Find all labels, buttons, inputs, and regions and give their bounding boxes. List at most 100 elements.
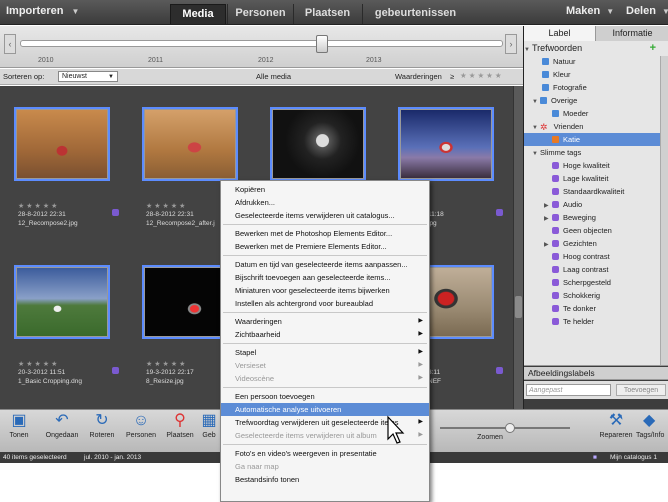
tree-item[interactable]: Lage kwaliteit: [524, 172, 660, 185]
tree-item[interactable]: Schokkerig: [524, 289, 660, 302]
tree-item[interactable]: Kleur: [524, 68, 660, 81]
toevoegen-button[interactable]: Toevoegen: [616, 384, 666, 396]
rating-stars[interactable]: ★★★★★: [18, 202, 59, 210]
catalog-icon: ■: [593, 454, 597, 461]
timeline-right-arrow[interactable]: ›: [505, 34, 517, 54]
submenu-arrow-icon: ▶: [418, 362, 423, 368]
afbeeldingslabels-header[interactable]: Afbeeldingslabels: [524, 367, 668, 380]
rating-operator[interactable]: ≥: [450, 72, 454, 81]
tree-item[interactable]: Hoge kwaliteit: [524, 159, 660, 172]
tab-personen[interactable]: Personen: [227, 4, 293, 24]
photo-thumbnail[interactable]: [142, 107, 238, 181]
tree-item[interactable]: Laag contrast: [524, 263, 660, 276]
smart-tag-icon: [552, 227, 559, 234]
timeline-track[interactable]: [20, 40, 503, 47]
menu-item-miniaturen[interactable]: Miniaturen voor geselecteerde items bijw…: [221, 284, 429, 297]
tab-plaatsen[interactable]: Plaatsen: [293, 4, 361, 24]
menu-item-stapel[interactable]: Stapel ▶: [221, 346, 429, 359]
photo-filename: 12_Recompose2_after.j: [146, 220, 215, 227]
timeline-left-arrow[interactable]: ‹: [4, 34, 16, 54]
photo-thumbnail[interactable]: [398, 107, 494, 181]
tree-item[interactable]: Geen objecten: [524, 224, 660, 237]
sort-label: Sorteren op:: [3, 72, 45, 81]
timeline[interactable]: ‹ › 2010 2011 2012 2013: [0, 26, 523, 68]
tree-item[interactable]: ▶ Beweging: [524, 211, 660, 224]
scrollbar-thumb[interactable]: [515, 296, 522, 318]
tree-item[interactable]: ▼ Slimme tags: [524, 146, 660, 159]
tonen-button[interactable]: ▣ Tonen: [4, 412, 34, 439]
all-media-label: Alle media: [256, 72, 292, 81]
tree-scrollbar[interactable]: [660, 56, 668, 365]
tree-item[interactable]: ▼ Overige: [524, 94, 660, 107]
sort-select[interactable]: Nieuwst ▼: [58, 71, 118, 82]
repareren-button[interactable]: ⚒ Repareren: [596, 412, 636, 439]
tag-icon: [112, 209, 119, 216]
filter-bar: Sorteren op: Nieuwst ▼ Alle media Waarder…: [0, 69, 523, 85]
tab-label[interactable]: Label: [524, 26, 596, 41]
photo-thumbnail[interactable]: [14, 107, 110, 181]
rating-stars[interactable]: ★★★★★: [146, 360, 187, 368]
tree-item[interactable]: Te donker: [524, 302, 660, 315]
menu-item-zichtbaarheid[interactable]: Zichtbaarheid ▶: [221, 328, 429, 341]
tree-item[interactable]: Hoog contrast: [524, 250, 660, 263]
menu-item-afdrukken[interactable]: Afdrukken...: [221, 196, 429, 209]
tree-item[interactable]: Te helder: [524, 315, 660, 328]
right-panel: Label Informatie ▼ Trefwoorden + Natuur Kl…: [523, 26, 668, 416]
menu-item-videoscene[interactable]: Videoscène ▶: [221, 372, 429, 385]
tree-item-selected[interactable]: Katie: [524, 133, 660, 146]
menu-item-kopieren[interactable]: Kopiëren: [221, 183, 429, 196]
tree-item[interactable]: Fotografie: [524, 81, 660, 94]
tree-item[interactable]: ▶ Gezichten: [524, 237, 660, 250]
tree-item[interactable]: Natuur: [524, 55, 660, 68]
gebeurtenissen-button[interactable]: ▦ Geb: [198, 412, 220, 439]
menu-item-waarderingen[interactable]: Waarderingen ▶: [221, 315, 429, 328]
rating-stars[interactable]: ★★★★★: [18, 360, 59, 368]
menu-item-datum-tijd[interactable]: Datum en tijd van geselecteerde items aa…: [221, 258, 429, 271]
panel-icon: ▣: [11, 412, 27, 429]
tree-item[interactable]: Standaardkwaliteit: [524, 185, 660, 198]
rating-stars-filter[interactable]: ★★★★★: [460, 71, 504, 80]
add-keyword-icon[interactable]: +: [650, 42, 656, 55]
personen-button[interactable]: ☺ Personen: [122, 412, 160, 439]
trefwoorden-header[interactable]: ▼ Trefwoorden +: [524, 42, 660, 55]
tree-item[interactable]: Scherpgesteld: [524, 276, 660, 289]
menu-item-photoshop-editor[interactable]: Bewerken met de Photoshop Elements Edito…: [221, 227, 429, 240]
ongedaan-button[interactable]: ↶ Ongedaan: [42, 412, 82, 439]
tab-gebeurtenissen[interactable]: gebeurtenissen: [362, 4, 468, 24]
plaatsen-button[interactable]: ⚲ Plaatsen: [163, 412, 197, 439]
tree-item[interactable]: ▶ Audio: [524, 198, 660, 211]
zoom-slider-knob[interactable]: [505, 423, 515, 433]
grid-scrollbar[interactable]: [513, 86, 523, 409]
menu-item-versieset[interactable]: Versieset ▶: [221, 359, 429, 372]
zoom-slider[interactable]: [440, 423, 570, 433]
rotate-icon: ↻: [95, 412, 109, 429]
rating-stars[interactable]: ★★★★★: [146, 202, 187, 210]
tree-item[interactable]: ▼ ✲ Vrienden: [524, 120, 660, 133]
menu-item-bijschrift[interactable]: Bijschrift toevoegen aan geselecteerde i…: [221, 271, 429, 284]
catalog-name[interactable]: Mijn catalogus 1: [610, 452, 657, 463]
chevron-down-icon: ▼: [661, 7, 668, 16]
timeline-thumb[interactable]: [316, 35, 328, 53]
menu-item-ga-naar-map[interactable]: Ga naar map: [221, 460, 429, 473]
menu-item-bestandsinfo[interactable]: Bestandsinfo tonen: [221, 473, 429, 486]
tags-info-button[interactable]: ◆ Tags/Info: [636, 412, 668, 439]
photo-thumbnail[interactable]: [14, 265, 110, 339]
media-item[interactable]: ★★★★★ 20-3-2012 11:51 1_Basic Cropping.dng: [0, 244, 124, 385]
menu-item-achtergrond[interactable]: Instellen als achtergrond voor bureaubla…: [221, 297, 429, 310]
tab-media[interactable]: Media: [170, 4, 226, 24]
calendar-icon: ▦: [201, 412, 217, 429]
menu-item-presentatie[interactable]: Foto's en video's weergeven in presentat…: [221, 447, 429, 460]
tab-informatie[interactable]: Informatie: [596, 26, 668, 41]
chevron-down-icon: ▼: [606, 7, 615, 16]
importeren-menu[interactable]: Importeren ▼: [6, 5, 79, 17]
menu-item-persoon-toevoegen[interactable]: Een persoon toevoegen: [221, 390, 429, 403]
label-input[interactable]: Aangepast: [526, 384, 611, 396]
menu-item-verwijderen-catalogus[interactable]: Geselecteerde items verwijderen uit cata…: [221, 209, 429, 222]
menu-item-premiere-editor[interactable]: Bewerken met de Premiere Elements Editor…: [221, 240, 429, 253]
photo-thumbnail[interactable]: [270, 107, 366, 181]
delen-menu[interactable]: Delen ▼: [626, 5, 668, 17]
maken-menu[interactable]: Maken ▼: [566, 5, 614, 17]
media-item[interactable]: ★★★★★ 28-8-2012 22:31 12_Recompose2.jpg: [0, 86, 124, 227]
tree-item[interactable]: Moeder: [524, 107, 660, 120]
roteren-button[interactable]: ↻ Roteren: [84, 412, 120, 439]
